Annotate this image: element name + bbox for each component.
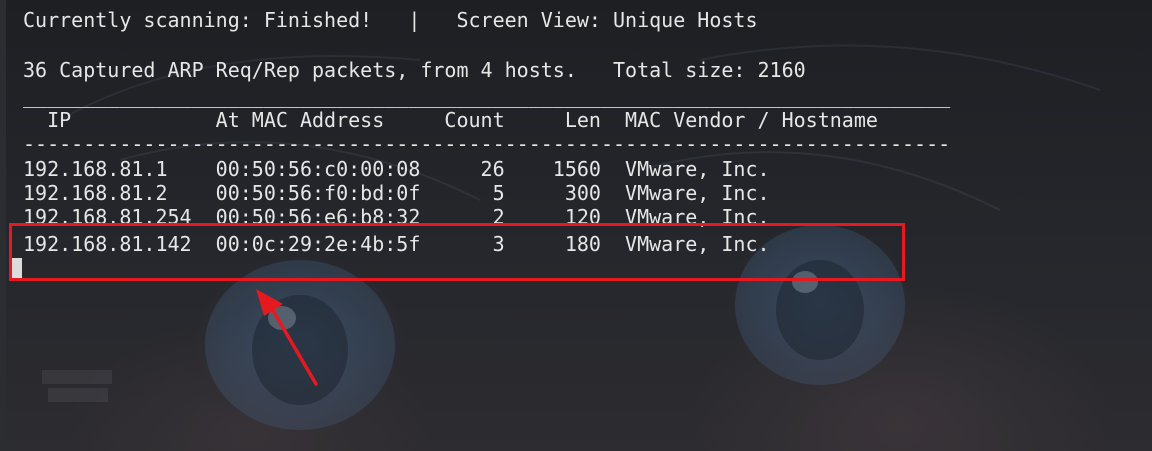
annotation-arrow-icon — [256, 289, 318, 386]
terminal-window[interactable]: Currently scanning: Finished! | Screen V… — [0, 0, 1152, 451]
